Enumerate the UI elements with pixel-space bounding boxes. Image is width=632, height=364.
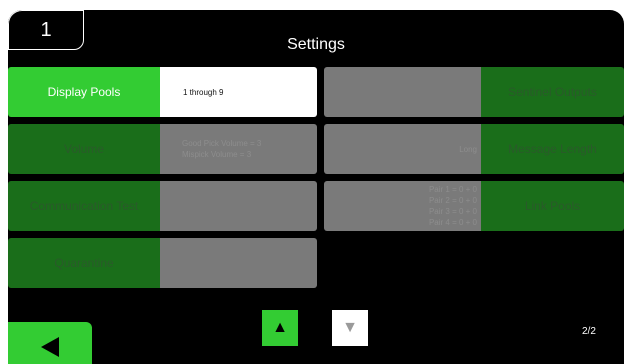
page-title: Settings xyxy=(287,36,345,53)
setting-value-message-length: Long xyxy=(324,124,481,174)
triangle-down-icon: ▼ xyxy=(342,319,358,336)
setting-value-communication-test xyxy=(160,181,317,231)
settings-screen: 1 Settings Display Pools 1 through 9 Vol… xyxy=(8,10,624,364)
setting-label-sentinel-outputs[interactable]: Sentinel Outputs xyxy=(481,67,624,117)
link-pools-pair-1: Pair 1 = 0 + 0 xyxy=(428,185,477,194)
scroll-up-button[interactable]: ▲ xyxy=(262,310,298,346)
link-pools-pair-3: Pair 3 = 0 + 0 xyxy=(428,207,477,216)
triangle-up-icon: ▲ xyxy=(272,319,288,336)
page-indicator: 2/2 xyxy=(582,326,596,337)
back-button[interactable] xyxy=(8,322,92,364)
setting-value-volume: Good Pick Volume = 3 Mispick Volume = 3 xyxy=(160,124,317,174)
triangle-left-icon xyxy=(41,337,59,357)
setting-label-display-pools[interactable]: Display Pools xyxy=(8,67,160,117)
setting-row-communication-test[interactable]: Communication Test xyxy=(8,181,317,231)
volume-mispick: Mispick Volume = 3 xyxy=(182,150,252,159)
setting-row-volume[interactable]: Volume Good Pick Volume = 3 Mispick Volu… xyxy=(8,124,317,174)
setting-row-link-pools[interactable]: Pair 1 = 0 + 0 Pair 2 = 0 + 0 Pair 3 = 0… xyxy=(324,181,624,231)
setting-row-display-pools[interactable]: Display Pools 1 through 9 xyxy=(8,67,317,117)
setting-row-message-length[interactable]: Long Message Length xyxy=(324,124,624,174)
setting-value-display-pools: 1 through 9 xyxy=(160,67,317,117)
link-pools-pair-2: Pair 2 = 0 + 0 xyxy=(428,196,477,205)
scroll-down-button[interactable]: ▼ xyxy=(332,310,368,346)
setting-value-link-pools: Pair 1 = 0 + 0 Pair 2 = 0 + 0 Pair 3 = 0… xyxy=(324,181,481,231)
setting-value-sentinel-outputs xyxy=(324,67,481,117)
setting-label-message-length[interactable]: Message Length xyxy=(481,124,624,174)
setting-row-quarantine[interactable]: Quarantine xyxy=(8,238,317,288)
setting-value-quarantine xyxy=(160,238,317,288)
volume-good-pick: Good Pick Volume = 3 xyxy=(182,139,262,148)
link-pools-pair-4: Pair 4 = 0 + 0 xyxy=(428,218,477,227)
setting-row-sentinel-outputs[interactable]: Sentinel Outputs xyxy=(324,67,624,117)
setting-label-link-pools[interactable]: Link Pools xyxy=(481,181,624,231)
setting-label-quarantine[interactable]: Quarantine xyxy=(8,238,160,288)
setting-label-volume[interactable]: Volume xyxy=(8,124,160,174)
setting-label-communication-test[interactable]: Communication Test xyxy=(8,181,160,231)
